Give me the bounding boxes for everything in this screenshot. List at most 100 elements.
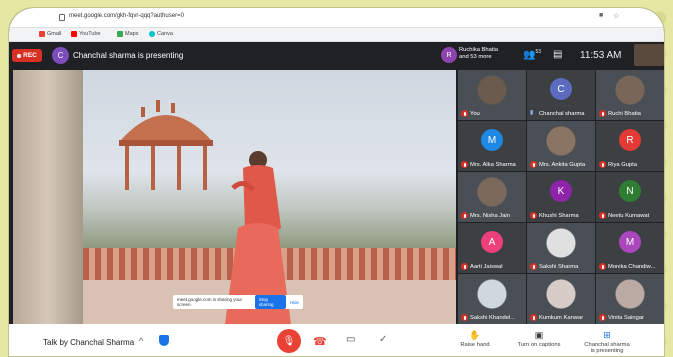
participant-avatar: R	[441, 47, 457, 63]
shield-icon[interactable]	[159, 335, 169, 346]
lock-icon	[59, 14, 65, 21]
participant-tile[interactable]: Vinita Saingar	[596, 274, 664, 324]
participant-label: Mrs. Ankita Gupta	[530, 161, 585, 168]
participant-tile[interactable]: Mrs. Ankita Gupta	[527, 121, 595, 171]
presentation-stage: meet.google.com is sharing your screen. …	[13, 70, 456, 324]
browser-window: meet.google.com/gkh-fqvr-qqq?authuser=0 …	[8, 7, 665, 357]
address-bar[interactable]: meet.google.com/gkh-fqvr-qqq?authuser=0 …	[9, 8, 664, 28]
participant-grid: You C ▮ Chanchal sharma Ruchi Bhatia M Mrs. Al…	[458, 70, 664, 324]
participant-tile[interactable]: Mrs. Nisha Jain	[458, 172, 526, 222]
participant-tile[interactable]: Sakshi Sharma	[527, 223, 595, 273]
participant-avatar: M	[481, 129, 503, 151]
captions-button[interactable]: ▣ Turn on captions	[515, 330, 563, 348]
mic-off-icon: 🎙	[282, 335, 296, 347]
participant-label: Vinita Saingar	[599, 314, 644, 321]
raise-hand-button[interactable]: ✋ Raise hand	[457, 330, 493, 348]
end-call-button[interactable]: ☎	[313, 335, 327, 348]
mic-muted-icon	[530, 263, 537, 270]
mic-toggle-button[interactable]: 🎙	[277, 329, 301, 353]
participant-avatar: N	[619, 180, 641, 202]
mic-muted-icon	[599, 161, 606, 168]
bookmark-maps[interactable]: Maps	[117, 31, 138, 37]
participant-avatar: K	[550, 180, 572, 202]
participant-tile[interactable]: C ▮ Chanchal sharma	[527, 70, 595, 120]
participant-tile[interactable]: Sakshi Khandel...	[458, 274, 526, 324]
participant-tile[interactable]: Kumkum Kanwar	[527, 274, 595, 324]
speaking-icon: ▮	[530, 110, 534, 116]
participants-summary[interactable]: Ruchika Bhatia and 53 more	[459, 47, 509, 61]
participant-name: Mrs. Nisha Jain	[470, 212, 510, 219]
participant-name: Aarti Jaiswal	[470, 263, 503, 270]
mic-muted-icon	[461, 314, 468, 321]
participant-label: Khushi Sharma	[530, 212, 579, 219]
chhatri-pavilion	[119, 100, 213, 190]
participant-label: Mrs. Nisha Jain	[461, 212, 510, 219]
participant-name: Vinita Saingar	[608, 314, 644, 321]
participant-tile[interactable]: M Monika Chandiw...	[596, 223, 664, 273]
present-screen-icon: ⊞	[603, 330, 611, 340]
participant-label: Monika Chandiw...	[599, 263, 655, 270]
participant-avatar: C	[550, 78, 572, 100]
participant-label: Aarti Jaiswal	[461, 263, 503, 270]
people-icon[interactable]: 👥53	[523, 49, 541, 60]
captions-icon: ▣	[534, 330, 544, 340]
participant-label: Sakshi Sharma	[530, 263, 578, 270]
mic-muted-icon	[599, 314, 606, 321]
participant-tile[interactable]: Ruchi Bhatia	[596, 70, 664, 120]
participant-name: Ruchi Bhatia	[608, 110, 641, 117]
participant-avatar: M	[619, 231, 641, 253]
participant-name: Khushi Sharma	[539, 212, 579, 219]
hide-share-notice-button[interactable]: Hide	[290, 300, 299, 305]
bookmark-canva[interactable]: Canva	[149, 31, 173, 37]
mic-muted-icon	[530, 314, 537, 321]
participant-avatar: A	[481, 231, 503, 253]
mic-muted-icon	[461, 161, 468, 168]
participant-label: Riya Gupta	[599, 161, 637, 168]
participant-name: Sakshi Khandel...	[470, 314, 516, 321]
self-view-thumbnail[interactable]	[634, 44, 664, 66]
participant-label: Kumkum Kanwar	[530, 314, 583, 321]
chat-icon[interactable]: ▤	[553, 49, 562, 60]
participant-label: You	[461, 110, 480, 117]
bookmark-youtube[interactable]: YouTube	[71, 31, 101, 37]
star-icon[interactable]: ☆	[613, 12, 619, 20]
canva-icon	[149, 31, 155, 37]
camera-toggle-button[interactable]: ▭	[346, 334, 355, 345]
gmail-icon	[39, 31, 45, 37]
stop-sharing-button[interactable]: Stop sharing	[254, 295, 286, 309]
mic-muted-icon	[461, 212, 468, 219]
participant-tile[interactable]: K Khushi Sharma	[527, 172, 595, 222]
clock: 11:53 AM	[580, 50, 622, 61]
participant-tile[interactable]: M Mrs. Alka Sharma	[458, 121, 526, 171]
participant-tile[interactable]: R Riya Gupta	[596, 121, 664, 171]
presenter-avatar: C	[52, 47, 69, 64]
meeting-title[interactable]: Talk by Chanchal Sharma	[43, 338, 134, 347]
presentation-button[interactable]: ⊞ Chanchal sharma is presenting	[581, 330, 633, 354]
mic-muted-icon	[599, 263, 606, 270]
bookmark-gmail[interactable]: Gmail	[39, 31, 61, 37]
screen-share-notice: meet.google.com is sharing your screen. …	[173, 295, 303, 309]
participant-name: Mrs. Ankita Gupta	[539, 161, 586, 168]
participant-tile[interactable]: You	[458, 70, 526, 120]
participant-name: Mrs. Alka Sharma	[470, 161, 516, 168]
participant-label: Sakshi Khandel...	[461, 314, 515, 321]
participant-tile[interactable]: N Neetu Kumawat	[596, 172, 664, 222]
participant-name: Monika Chandiw...	[608, 263, 656, 270]
participant-label: Ruchi Bhatia	[599, 110, 641, 117]
participant-tile[interactable]: A Aarti Jaiswal	[458, 223, 526, 273]
chevron-up-icon[interactable]: ^	[139, 336, 143, 346]
participant-label: Neetu Kumawat	[599, 212, 649, 219]
camera-indicator-icon[interactable]: ■	[599, 12, 603, 19]
participant-name: You	[470, 110, 480, 117]
mic-muted-icon	[599, 110, 606, 117]
palace-pillar	[13, 70, 83, 324]
hand-icon: ✋	[469, 330, 481, 340]
participant-label: ▮ Chanchal sharma	[530, 110, 584, 117]
mic-muted-icon	[530, 161, 537, 168]
participant-avatar: R	[619, 129, 641, 151]
more-options-button[interactable]: ✓	[379, 334, 387, 345]
url-text[interactable]: meet.google.com/gkh-fqvr-qqq?authuser=0	[69, 13, 184, 19]
participant-name: Sakshi Sharma	[539, 263, 579, 270]
mic-muted-icon	[461, 110, 468, 117]
bookmarks-bar: Gmail YouTube Maps Canva	[9, 28, 664, 42]
